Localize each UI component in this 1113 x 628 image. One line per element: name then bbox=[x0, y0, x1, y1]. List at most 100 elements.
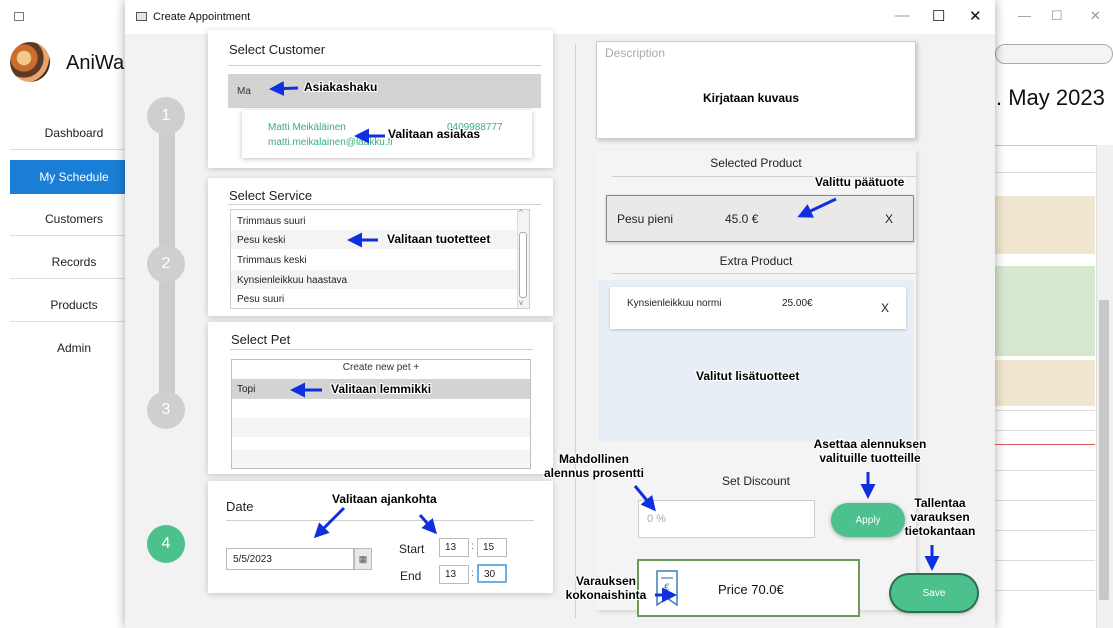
annotation-extra-products: Valitut lisätuotteet bbox=[696, 369, 800, 383]
select-pet-heading: Select Pet bbox=[231, 332, 291, 347]
list-row-stripe bbox=[232, 450, 530, 468]
calendar-event[interactable] bbox=[995, 360, 1095, 406]
scroll-down-icon[interactable]: v bbox=[519, 298, 523, 307]
time-separator: : bbox=[471, 541, 474, 552]
calendar-picker-icon[interactable]: ▦ bbox=[354, 548, 372, 570]
customer-name: Matti Meikäläinen bbox=[268, 122, 346, 133]
sidebar-item-records[interactable]: Records bbox=[10, 245, 138, 279]
scroll-up-icon[interactable]: ^ bbox=[519, 208, 523, 217]
dialog-minimize-icon[interactable]: — bbox=[895, 7, 910, 24]
sidebar-item-products[interactable]: Products bbox=[10, 288, 138, 322]
calendar-scrollbar-thumb[interactable] bbox=[1099, 300, 1109, 600]
extra-product-heading: Extra Product bbox=[719, 254, 793, 268]
calendar-gridline bbox=[995, 590, 1095, 591]
end-minute-input[interactable]: 30 bbox=[477, 564, 507, 583]
annotation-total-line: Varauksen bbox=[575, 574, 637, 588]
step-1-indicator: 1 bbox=[147, 97, 185, 135]
main-maximize-icon[interactable]: ☐ bbox=[1051, 8, 1063, 24]
annotation-save: Tallentaa varauksen tietokantaan bbox=[897, 496, 983, 538]
customer-search-input[interactable] bbox=[228, 74, 541, 108]
time-separator: : bbox=[471, 568, 474, 579]
dialog-titlebar bbox=[125, 0, 995, 34]
apply-discount-button[interactable]: Apply bbox=[831, 503, 905, 537]
sidebar-item-my-schedule[interactable]: My Schedule bbox=[10, 160, 138, 194]
total-price-label: Price 70.0€ bbox=[718, 582, 784, 597]
dialog-window-icon bbox=[136, 12, 147, 21]
service-list-scrollbar-thumb[interactable] bbox=[519, 232, 527, 298]
selected-product-price: 45.0 € bbox=[725, 212, 759, 226]
app-name: AniWa bbox=[66, 52, 125, 74]
step-2-indicator: 2 bbox=[147, 245, 185, 283]
main-minimize-icon[interactable]: — bbox=[1018, 8, 1031, 23]
remove-extra-product-button[interactable]: X bbox=[881, 301, 889, 315]
calendar-event[interactable] bbox=[995, 266, 1095, 356]
annotation-pick-customer: Valitaan asiakas bbox=[388, 127, 481, 141]
step-3-indicator: 3 bbox=[147, 391, 185, 429]
main-close-icon[interactable]: ✕ bbox=[1090, 8, 1101, 24]
divider bbox=[230, 349, 533, 350]
customer-search-value: Ma bbox=[237, 86, 251, 97]
extra-product-name: Kynsienleikkuu normi bbox=[627, 298, 722, 309]
service-item[interactable]: Pesu keski bbox=[237, 235, 285, 246]
calendar-gridline bbox=[995, 560, 1095, 561]
app-logo-icon bbox=[10, 42, 50, 82]
service-item[interactable]: Trimmaus keski bbox=[237, 255, 307, 266]
calendar-month-label: . May 2023 bbox=[996, 85, 1105, 110]
calendar-gridline bbox=[995, 530, 1095, 531]
annotation-save-line: tietokantaan bbox=[904, 524, 976, 538]
annotation-pick-products: Valitaan tuotetteet bbox=[387, 232, 491, 246]
start-minute-input[interactable]: 15 bbox=[477, 538, 507, 557]
customer-result-item[interactable] bbox=[242, 110, 532, 158]
annotation-total: Varauksen kokonaishinta bbox=[560, 574, 652, 602]
annotation-write-description: Kirjataan kuvaus bbox=[703, 91, 800, 105]
date-input[interactable]: 5/5/2023 bbox=[226, 548, 354, 570]
extra-product-price: 25.00€ bbox=[782, 298, 813, 309]
calendar-gridline bbox=[995, 430, 1095, 431]
annotation-save-line: varauksen bbox=[910, 510, 970, 524]
calendar-gridline bbox=[995, 172, 1095, 173]
save-button[interactable]: Save bbox=[891, 575, 977, 611]
step-4-indicator: 4 bbox=[147, 525, 185, 563]
dialog-title: Create Appointment bbox=[153, 11, 251, 23]
list-row-stripe bbox=[232, 418, 530, 437]
annotation-apply-line: Asettaa alennuksen bbox=[813, 437, 927, 451]
annotation-discount-line: alennus prosentti bbox=[543, 466, 644, 480]
annotation-main-product: Valittu päätuote bbox=[815, 175, 905, 189]
annotation-apply: Asettaa alennuksen valituille tuotteille bbox=[795, 437, 945, 465]
date-heading: Date bbox=[226, 499, 254, 514]
select-customer-heading: Select Customer bbox=[229, 42, 326, 57]
selected-product-heading: Selected Product bbox=[710, 156, 802, 170]
annotation-pick-pet: Valitaan lemmikki bbox=[331, 382, 432, 396]
annotation-pick-time: Valitaan ajankohta bbox=[332, 492, 437, 506]
sidebar-item-customers[interactable]: Customers bbox=[10, 202, 138, 236]
discount-input[interactable]: 0 % bbox=[638, 500, 815, 538]
remove-selected-product-button[interactable]: X bbox=[885, 212, 893, 226]
dialog-maximize-icon[interactable]: ☐ bbox=[932, 7, 945, 25]
service-item[interactable]: Kynsienleikkuu haastava bbox=[237, 275, 347, 286]
dialog-close-icon[interactable]: ✕ bbox=[969, 7, 982, 25]
calendar-gridline bbox=[995, 470, 1095, 471]
annotation-save-line: Tallentaa bbox=[914, 496, 966, 510]
annotation-total-line: kokonaishinta bbox=[565, 588, 647, 602]
customer-email: matti.meikalainen@laakku.fi bbox=[268, 137, 393, 148]
service-item[interactable]: Pesu suuri bbox=[237, 294, 284, 305]
calendar-event[interactable] bbox=[995, 196, 1095, 254]
annotation-apply-line: valituille tuotteille bbox=[819, 451, 921, 465]
divider bbox=[226, 520, 534, 521]
column-divider bbox=[575, 44, 576, 618]
annotation-discount: Mahdollinen alennus prosentti bbox=[528, 452, 660, 480]
current-time-line bbox=[995, 444, 1095, 445]
start-hour-input[interactable]: 13 bbox=[439, 538, 469, 557]
sidebar-item-dashboard[interactable]: Dashboard bbox=[10, 116, 138, 150]
start-label: Start bbox=[399, 542, 425, 556]
service-item[interactable]: Trimmaus suuri bbox=[237, 216, 306, 227]
background-search-field[interactable] bbox=[995, 44, 1113, 64]
divider bbox=[228, 65, 541, 66]
divider bbox=[612, 273, 916, 274]
calendar-gridline bbox=[995, 410, 1095, 411]
create-new-pet-button[interactable]: Create new pet + bbox=[231, 362, 531, 373]
sidebar-item-admin[interactable]: Admin bbox=[10, 331, 138, 365]
divider bbox=[228, 204, 541, 205]
annotation-customer-search: Asiakashaku bbox=[304, 80, 378, 94]
end-hour-input[interactable]: 13 bbox=[439, 565, 469, 584]
